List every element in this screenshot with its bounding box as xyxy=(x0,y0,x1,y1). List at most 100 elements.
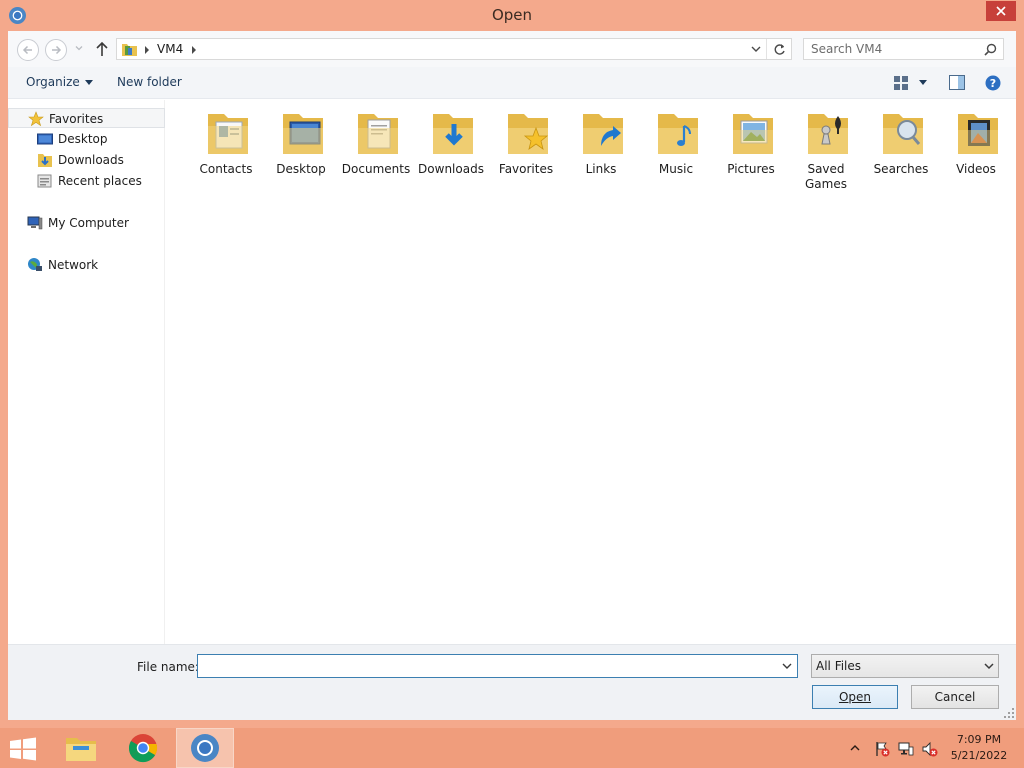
open-button-label: Open xyxy=(838,690,872,704)
nav-label-favorites: Favorites xyxy=(49,112,104,126)
address-bar[interactable]: VM4 xyxy=(116,38,792,60)
folder-label: Documents xyxy=(341,162,411,176)
chrome-canary-icon xyxy=(191,734,219,762)
folder-item[interactable]: Music xyxy=(639,106,713,196)
folder-item[interactable]: Favorites xyxy=(489,106,563,196)
breadcrumb-separator-icon[interactable] xyxy=(144,46,150,54)
folder-label: Favorites xyxy=(498,162,554,176)
chevron-down-icon xyxy=(782,663,792,669)
folder-item[interactable]: Desktop xyxy=(264,106,338,196)
caret-down-icon xyxy=(84,80,93,85)
breadcrumb-vm4[interactable]: VM4 xyxy=(157,42,183,56)
downloads-folder-icon xyxy=(433,114,473,154)
chevron-down-icon xyxy=(751,46,761,52)
file-name-field[interactable] xyxy=(197,654,798,678)
address-divider xyxy=(766,39,767,59)
address-history-dropdown[interactable] xyxy=(747,39,765,59)
folder-item[interactable]: Saved Games xyxy=(789,106,863,196)
nav-label-recent-places: Recent places xyxy=(58,174,142,188)
refresh-icon xyxy=(774,43,785,55)
folder-label: Downloads xyxy=(418,162,484,176)
command-toolbar: Organize New folder ? xyxy=(8,67,1016,99)
folder-label: Music xyxy=(658,162,694,176)
forward-button[interactable] xyxy=(45,39,67,61)
file-type-value: All Files xyxy=(816,659,862,673)
cancel-button[interactable]: Cancel xyxy=(911,685,999,709)
searches-folder-icon xyxy=(883,114,923,154)
computer-icon xyxy=(27,216,43,230)
folder-label: Saved Games xyxy=(805,162,847,191)
folder-item[interactable]: Pictures xyxy=(714,106,788,196)
show-hidden-icons-icon[interactable] xyxy=(850,744,860,752)
action-center-flag-icon[interactable] xyxy=(874,741,890,757)
nav-item-recent-places[interactable]: Recent places xyxy=(8,171,165,191)
organize-label: Organize xyxy=(26,75,80,89)
navigation-pane: Favorites Desktop Downloads Recent place… xyxy=(8,100,165,644)
folder-item[interactable]: Downloads xyxy=(414,106,488,196)
close-icon xyxy=(996,6,1006,16)
nav-item-network[interactable]: Network xyxy=(8,255,165,275)
folder-item[interactable]: Searches xyxy=(864,106,938,196)
search-box[interactable]: Search VM4 xyxy=(803,38,1004,60)
music-folder-icon xyxy=(658,114,698,154)
library-folder-icon xyxy=(122,44,137,56)
organize-menu[interactable]: Organize xyxy=(26,75,93,89)
up-arrow-icon[interactable] xyxy=(94,40,110,58)
recent-places-icon xyxy=(37,174,52,188)
close-button[interactable] xyxy=(986,1,1016,21)
address-row: VM4 Search VM4 xyxy=(8,31,1016,67)
search-icon[interactable] xyxy=(984,43,997,56)
file-name-input[interactable] xyxy=(201,657,771,675)
folder-item[interactable]: Documents xyxy=(339,106,413,196)
downloads-icon xyxy=(38,154,52,167)
preview-pane-icon[interactable] xyxy=(949,75,965,90)
clock-date: 5/21/2022 xyxy=(950,749,1008,762)
network-status-icon[interactable] xyxy=(898,741,914,757)
folder-item[interactable]: Videos xyxy=(939,106,1013,196)
desktop-icon xyxy=(37,133,53,145)
nav-item-favorites[interactable]: Favorites xyxy=(8,108,165,128)
file-type-select[interactable]: All Files xyxy=(811,654,999,678)
title-bar[interactable]: Open xyxy=(0,0,1024,31)
folder-item[interactable]: Links xyxy=(564,106,638,196)
nav-item-my-computer[interactable]: My Computer xyxy=(8,213,165,233)
back-button[interactable] xyxy=(17,39,39,61)
system-clock[interactable]: 7:09 PM 5/21/2022 xyxy=(944,732,1014,764)
saved-games-folder-icon xyxy=(808,114,848,154)
folder-item[interactable]: Contacts xyxy=(189,106,263,196)
volume-muted-icon[interactable] xyxy=(922,741,938,757)
window-title: Open xyxy=(491,6,533,24)
taskbar-file-explorer[interactable] xyxy=(52,728,110,768)
open-button[interactable]: Open xyxy=(812,685,898,709)
resize-grip-icon[interactable] xyxy=(1004,708,1014,718)
taskbar-chrome[interactable] xyxy=(114,728,172,768)
back-arrow-icon xyxy=(22,45,32,55)
clock-time: 7:09 PM xyxy=(956,733,1002,746)
help-icon[interactable]: ? xyxy=(985,75,1001,91)
change-view-icon[interactable] xyxy=(894,76,908,90)
breadcrumb-separator-icon[interactable] xyxy=(191,46,197,54)
new-folder-button[interactable]: New folder xyxy=(117,75,182,89)
recent-locations-chevron-icon[interactable] xyxy=(74,43,84,53)
pictures-folder-icon xyxy=(733,114,773,154)
svg-text:?: ? xyxy=(990,77,996,90)
file-explorer-icon xyxy=(66,738,96,761)
folder-label: Pictures xyxy=(727,162,775,176)
view-options-caret-icon[interactable] xyxy=(919,80,927,85)
search-placeholder: Search VM4 xyxy=(811,42,883,56)
nav-label-my-computer: My Computer xyxy=(48,216,129,230)
dialog-footer: File name: All Files Open Cancel xyxy=(8,644,1016,720)
chevron-down-icon xyxy=(984,663,994,670)
nav-item-desktop[interactable]: Desktop xyxy=(8,129,165,149)
taskbar: 7:09 PM 5/21/2022 xyxy=(0,728,1024,768)
forward-arrow-icon xyxy=(52,45,62,55)
taskbar-chrome-canary[interactable] xyxy=(176,728,234,768)
file-name-history-dropdown[interactable] xyxy=(779,658,795,674)
refresh-button[interactable] xyxy=(770,40,788,58)
folder-label: Links xyxy=(585,162,617,176)
links-folder-icon xyxy=(583,114,623,154)
windows-start-icon[interactable] xyxy=(8,737,38,761)
folder-label: Searches xyxy=(873,162,929,176)
videos-folder-icon xyxy=(958,114,998,154)
nav-item-downloads[interactable]: Downloads xyxy=(8,150,165,170)
